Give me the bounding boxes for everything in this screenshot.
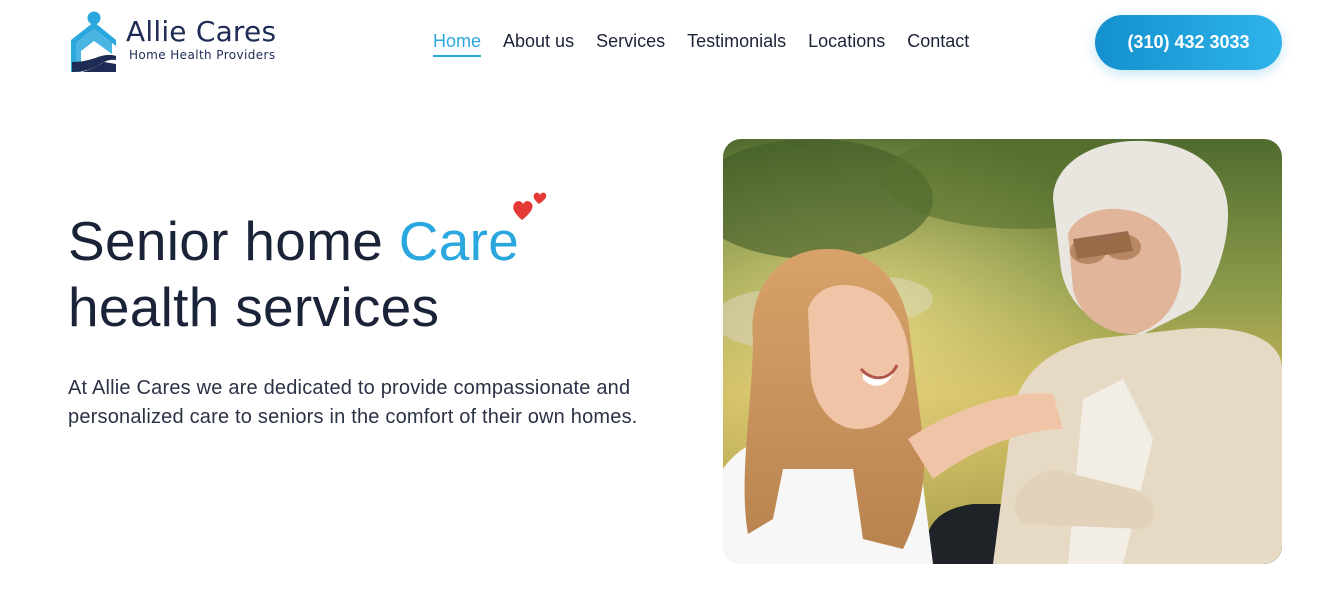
page: Allie Cares Home Health Providers Home A… — [0, 0, 1343, 597]
brand-tagline: Home Health Providers — [129, 48, 276, 62]
logo[interactable]: Allie Cares Home Health Providers — [68, 10, 276, 74]
main-nav: Home About us Services Testimonials Loca… — [433, 30, 991, 57]
hero-description: At Allie Cares we are dedicated to provi… — [68, 377, 638, 428]
hero-title-line2: health services — [68, 276, 440, 338]
nav-locations[interactable]: Locations — [808, 30, 885, 57]
hero-title-part1: Senior home — [68, 210, 399, 272]
caregiver-with-senior-photo — [723, 139, 1282, 564]
hero-title-accent: Care — [398, 210, 520, 272]
house-person-icon — [71, 11, 116, 72]
hero-title: Senior home Care health services — [68, 208, 519, 340]
hero-photo — [723, 139, 1282, 564]
nav-about-us[interactable]: About us — [503, 30, 574, 57]
phone-button[interactable]: (310) 432 3033 — [1095, 15, 1282, 70]
nav-contact[interactable]: Contact — [907, 30, 969, 57]
hearts-icon — [513, 192, 547, 220]
nav-home[interactable]: Home — [433, 30, 482, 57]
brand-name: Allie Cares — [126, 15, 277, 48]
nav-testimonials[interactable]: Testimonials — [687, 30, 786, 57]
nav-services[interactable]: Services — [596, 30, 665, 57]
